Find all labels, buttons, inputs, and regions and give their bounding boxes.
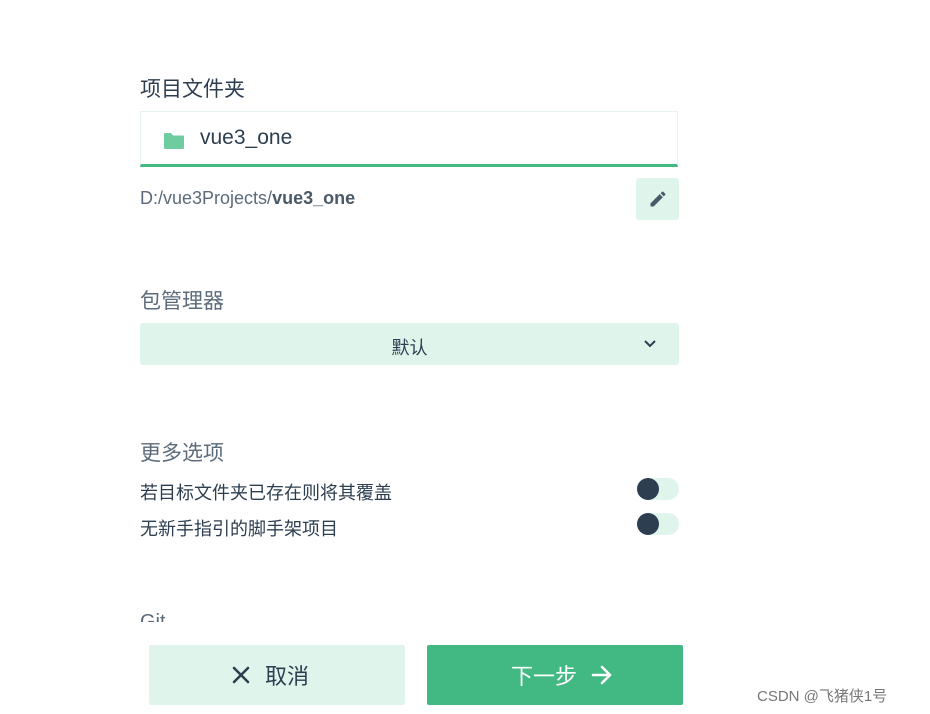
next-step-button[interactable]: 下一步 bbox=[427, 645, 683, 705]
watermark: CSDN @飞猪侠1号 bbox=[757, 688, 888, 705]
package-manager-title: 包管理器 bbox=[140, 290, 224, 313]
option-force-toggle[interactable] bbox=[637, 478, 679, 500]
arrow-right-icon bbox=[591, 665, 612, 685]
edit-path-button[interactable] bbox=[636, 178, 679, 220]
chevron-down-icon bbox=[644, 340, 656, 348]
project-folder-name: vue3_one bbox=[200, 126, 293, 149]
cancel-label: 取消 bbox=[264, 664, 309, 689]
project-path: D:/vue3Projects/vue3_one bbox=[140, 188, 355, 209]
cancel-button[interactable]: 取消 bbox=[149, 645, 405, 705]
git-section-title: Git bbox=[140, 608, 340, 622]
project-folder-input[interactable]: vue3_one bbox=[140, 111, 678, 167]
package-manager-select[interactable]: 默认 bbox=[140, 323, 679, 365]
more-options-title: 更多选项 bbox=[140, 442, 224, 465]
pencil-icon bbox=[650, 191, 666, 207]
toggle-knob bbox=[637, 513, 659, 535]
project-folder-title: 项目文件夹 bbox=[140, 78, 245, 101]
project-path-prefix: D:/vue3Projects/ bbox=[140, 188, 273, 208]
project-path-name: vue3_one bbox=[272, 188, 356, 208]
git-title: Git bbox=[140, 611, 166, 622]
option-force-label: 若目标文件夹已存在则将其覆盖 bbox=[140, 483, 392, 503]
folder-icon bbox=[164, 133, 184, 149]
package-manager-value: 默认 bbox=[391, 338, 428, 358]
close-icon bbox=[232, 666, 250, 684]
option-bare-toggle[interactable] bbox=[637, 513, 679, 535]
toggle-knob bbox=[637, 478, 659, 500]
next-label: 下一步 bbox=[510, 664, 577, 689]
option-bare-label: 无新手指引的脚手架项目 bbox=[140, 519, 338, 539]
